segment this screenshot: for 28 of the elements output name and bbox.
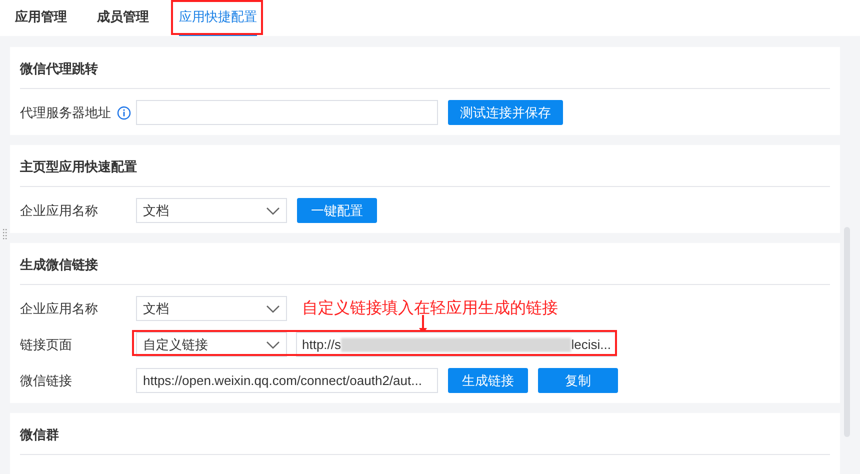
select-field[interactable]: 文档 (136, 198, 287, 223)
tab[interactable]: 成员管理 (97, 0, 149, 36)
tab[interactable]: 应用快捷配置 (179, 0, 257, 36)
drag-handle-icon[interactable] (3, 228, 7, 240)
chevron-down-icon (266, 340, 280, 348)
tab[interactable]: 应用管理 (15, 0, 67, 36)
action-button[interactable]: 一键配置 (297, 198, 377, 223)
section-title: 微信群 (20, 426, 60, 444)
select-field[interactable]: 自定义链接 (136, 332, 287, 357)
section-title: 微信代理跳转 (20, 60, 99, 78)
section-title: 生成微信链接 (20, 256, 99, 274)
field-label: 链接页面 (20, 336, 72, 354)
field-label: 企业应用名称 (20, 300, 98, 318)
action-button[interactable]: 生成链接 (448, 368, 528, 393)
annotation-note: 自定义链接填入在轻应用生成的链接 (302, 298, 558, 318)
chevron-down-icon (266, 206, 280, 214)
action-button[interactable]: 测试连接并保存 (448, 100, 563, 125)
text-field[interactable] (136, 100, 438, 125)
field-label: 企业应用名称 (20, 202, 98, 220)
url-field[interactable]: http://s lecisi... (296, 332, 617, 357)
field-label: 微信链接 (20, 372, 72, 390)
select-field[interactable]: 文档 (136, 296, 287, 321)
field-label: 代理服务器地址 (20, 104, 111, 122)
text-field[interactable]: https://open.weixin.qq.com/connect/oauth2/aut... (136, 368, 438, 393)
action-button[interactable]: 复制 (538, 368, 618, 393)
info-icon[interactable] (117, 106, 131, 120)
section-title: 主页型应用快速配置 (20, 158, 138, 176)
chevron-down-icon (266, 304, 280, 312)
